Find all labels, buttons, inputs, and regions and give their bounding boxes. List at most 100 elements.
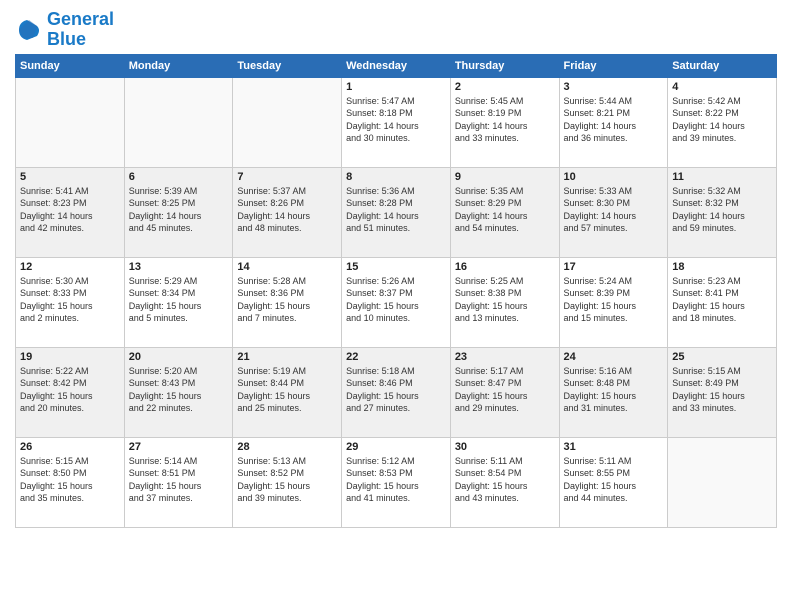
day-cell: 12 Sunrise: 5:30 AM Sunset: 8:33 PM Dayli… <box>16 257 125 347</box>
day-number: 1 <box>346 81 446 93</box>
day-number: 23 <box>455 351 555 363</box>
day-cell: 17Sunrise: 5:24 AM Sunset: 8:39 PM Dayli… <box>559 257 668 347</box>
day-cell: 8 Sunrise: 5:36 AM Sunset: 8:28 PM Daylig… <box>342 167 451 257</box>
day-info: Sunrise: 5:12 AM Sunset: 8:53 PM Dayligh… <box>346 455 446 505</box>
day-info: Sunrise: 5:45 AM Sunset: 8:19 PM Dayligh… <box>455 95 555 145</box>
day-cell: 29 Sunrise: 5:12 AM Sunset: 8:53 PM Dayli… <box>342 437 451 527</box>
day-header-saturday: Saturday <box>668 54 777 77</box>
day-info: Sunrise: 5:22 AM Sunset: 8:42 PM Dayligh… <box>20 365 120 415</box>
day-number: 15 <box>346 261 446 273</box>
day-number: 12 <box>20 261 120 273</box>
calendar-table: SundayMondayTuesdayWednesdayThursdayFrid… <box>15 54 777 528</box>
day-info: Sunrise: 5:39 AM Sunset: 8:25 PM Dayligh… <box>129 185 229 235</box>
day-info: Sunrise: 5:11 AM Sunset: 8:54 PM Dayligh… <box>455 455 555 505</box>
day-cell: 19Sunrise: 5:22 AM Sunset: 8:42 PM Dayli… <box>16 347 125 437</box>
day-info: Sunrise: 5:23 AM Sunset: 8:41 PM Dayligh… <box>672 275 772 325</box>
day-number: 18 <box>672 261 772 273</box>
day-number: 13 <box>129 261 229 273</box>
day-number: 8 <box>346 171 446 183</box>
day-info: Sunrise: 5:33 AM Sunset: 8:30 PM Dayligh… <box>564 185 664 235</box>
day-cell: 23 Sunrise: 5:17 AM Sunset: 8:47 PM Dayli… <box>450 347 559 437</box>
day-number: 20 <box>129 351 229 363</box>
day-info: Sunrise: 5:28 AM Sunset: 8:36 PM Dayligh… <box>237 275 337 325</box>
day-cell <box>124 77 233 167</box>
day-number: 6 <box>129 171 229 183</box>
day-cell: 25Sunrise: 5:15 AM Sunset: 8:49 PM Dayli… <box>668 347 777 437</box>
day-header-friday: Friday <box>559 54 668 77</box>
day-number: 14 <box>237 261 337 273</box>
day-number: 5 <box>20 171 120 183</box>
day-cell: 21 Sunrise: 5:19 AM Sunset: 8:44 PM Dayli… <box>233 347 342 437</box>
day-cell: 14 Sunrise: 5:28 AM Sunset: 8:36 PM Dayli… <box>233 257 342 347</box>
day-number: 28 <box>237 441 337 453</box>
day-cell: 20 Sunrise: 5:20 AM Sunset: 8:43 PM Dayli… <box>124 347 233 437</box>
day-info: Sunrise: 5:42 AM Sunset: 8:22 PM Dayligh… <box>672 95 772 145</box>
day-info: Sunrise: 5:24 AM Sunset: 8:39 PM Dayligh… <box>564 275 664 325</box>
day-cell: 6 Sunrise: 5:39 AM Sunset: 8:25 PM Daylig… <box>124 167 233 257</box>
day-number: 21 <box>237 351 337 363</box>
day-cell <box>668 437 777 527</box>
day-info: Sunrise: 5:18 AM Sunset: 8:46 PM Dayligh… <box>346 365 446 415</box>
header-row: SundayMondayTuesdayWednesdayThursdayFrid… <box>16 54 777 77</box>
day-number: 3 <box>564 81 664 93</box>
day-cell: 30 Sunrise: 5:11 AM Sunset: 8:54 PM Dayli… <box>450 437 559 527</box>
week-row-1: 1Sunrise: 5:47 AM Sunset: 8:18 PM Daylig… <box>16 77 777 167</box>
day-number: 9 <box>455 171 555 183</box>
day-cell: 5Sunrise: 5:41 AM Sunset: 8:23 PM Daylig… <box>16 167 125 257</box>
day-cell <box>16 77 125 167</box>
day-number: 27 <box>129 441 229 453</box>
day-info: Sunrise: 5:19 AM Sunset: 8:44 PM Dayligh… <box>237 365 337 415</box>
day-info: Sunrise: 5:16 AM Sunset: 8:48 PM Dayligh… <box>564 365 664 415</box>
week-row-5: 26 Sunrise: 5:15 AM Sunset: 8:50 PM Dayli… <box>16 437 777 527</box>
day-number: 31 <box>564 441 664 453</box>
day-info: Sunrise: 5:15 AM Sunset: 8:49 PM Dayligh… <box>672 365 772 415</box>
week-row-4: 19Sunrise: 5:22 AM Sunset: 8:42 PM Dayli… <box>16 347 777 437</box>
day-info: Sunrise: 5:32 AM Sunset: 8:32 PM Dayligh… <box>672 185 772 235</box>
day-info: Sunrise: 5:15 AM Sunset: 8:50 PM Dayligh… <box>20 455 120 505</box>
day-cell: 28 Sunrise: 5:13 AM Sunset: 8:52 PM Dayli… <box>233 437 342 527</box>
day-info: Sunrise: 5:17 AM Sunset: 8:47 PM Dayligh… <box>455 365 555 415</box>
day-info: Sunrise: 5:13 AM Sunset: 8:52 PM Dayligh… <box>237 455 337 505</box>
day-info: Sunrise: 5:14 AM Sunset: 8:51 PM Dayligh… <box>129 455 229 505</box>
day-cell: 3 Sunrise: 5:44 AM Sunset: 8:21 PM Daylig… <box>559 77 668 167</box>
day-info: Sunrise: 5:44 AM Sunset: 8:21 PM Dayligh… <box>564 95 664 145</box>
day-info: Sunrise: 5:37 AM Sunset: 8:26 PM Dayligh… <box>237 185 337 235</box>
day-number: 4 <box>672 81 772 93</box>
day-cell: 15Sunrise: 5:26 AM Sunset: 8:37 PM Dayli… <box>342 257 451 347</box>
day-cell: 10 Sunrise: 5:33 AM Sunset: 8:30 PM Dayli… <box>559 167 668 257</box>
day-info: Sunrise: 5:25 AM Sunset: 8:38 PM Dayligh… <box>455 275 555 325</box>
day-header-tuesday: Tuesday <box>233 54 342 77</box>
day-cell: 13 Sunrise: 5:29 AM Sunset: 8:34 PM Dayli… <box>124 257 233 347</box>
day-cell: 31 Sunrise: 5:11 AM Sunset: 8:55 PM Dayli… <box>559 437 668 527</box>
day-cell: 16Sunrise: 5:25 AM Sunset: 8:38 PM Dayli… <box>450 257 559 347</box>
day-number: 24 <box>564 351 664 363</box>
day-number: 10 <box>564 171 664 183</box>
day-cell: 11Sunrise: 5:32 AM Sunset: 8:32 PM Dayli… <box>668 167 777 257</box>
day-number: 22 <box>346 351 446 363</box>
day-cell: 1Sunrise: 5:47 AM Sunset: 8:18 PM Daylig… <box>342 77 451 167</box>
logo-text: General Blue <box>47 10 114 50</box>
day-cell: 18 Sunrise: 5:23 AM Sunset: 8:41 PM Dayli… <box>668 257 777 347</box>
day-cell: 27 Sunrise: 5:14 AM Sunset: 8:51 PM Dayli… <box>124 437 233 527</box>
day-info: Sunrise: 5:11 AM Sunset: 8:55 PM Dayligh… <box>564 455 664 505</box>
day-cell: 9 Sunrise: 5:35 AM Sunset: 8:29 PM Daylig… <box>450 167 559 257</box>
day-number: 29 <box>346 441 446 453</box>
day-cell: 26 Sunrise: 5:15 AM Sunset: 8:50 PM Dayli… <box>16 437 125 527</box>
day-number: 7 <box>237 171 337 183</box>
day-number: 26 <box>20 441 120 453</box>
day-info: Sunrise: 5:35 AM Sunset: 8:29 PM Dayligh… <box>455 185 555 235</box>
day-info: Sunrise: 5:36 AM Sunset: 8:28 PM Dayligh… <box>346 185 446 235</box>
day-cell: 7 Sunrise: 5:37 AM Sunset: 8:26 PM Daylig… <box>233 167 342 257</box>
day-info: Sunrise: 5:29 AM Sunset: 8:34 PM Dayligh… <box>129 275 229 325</box>
day-cell: 22 Sunrise: 5:18 AM Sunset: 8:46 PM Dayli… <box>342 347 451 437</box>
day-info: Sunrise: 5:30 AM Sunset: 8:33 PM Dayligh… <box>20 275 120 325</box>
week-row-2: 5Sunrise: 5:41 AM Sunset: 8:23 PM Daylig… <box>16 167 777 257</box>
header: General Blue <box>15 10 777 50</box>
day-number: 30 <box>455 441 555 453</box>
day-cell: 24 Sunrise: 5:16 AM Sunset: 8:48 PM Dayli… <box>559 347 668 437</box>
day-info: Sunrise: 5:20 AM Sunset: 8:43 PM Dayligh… <box>129 365 229 415</box>
day-cell: 4 Sunrise: 5:42 AM Sunset: 8:22 PM Daylig… <box>668 77 777 167</box>
day-cell: 2Sunrise: 5:45 AM Sunset: 8:19 PM Daylig… <box>450 77 559 167</box>
day-cell <box>233 77 342 167</box>
day-header-thursday: Thursday <box>450 54 559 77</box>
